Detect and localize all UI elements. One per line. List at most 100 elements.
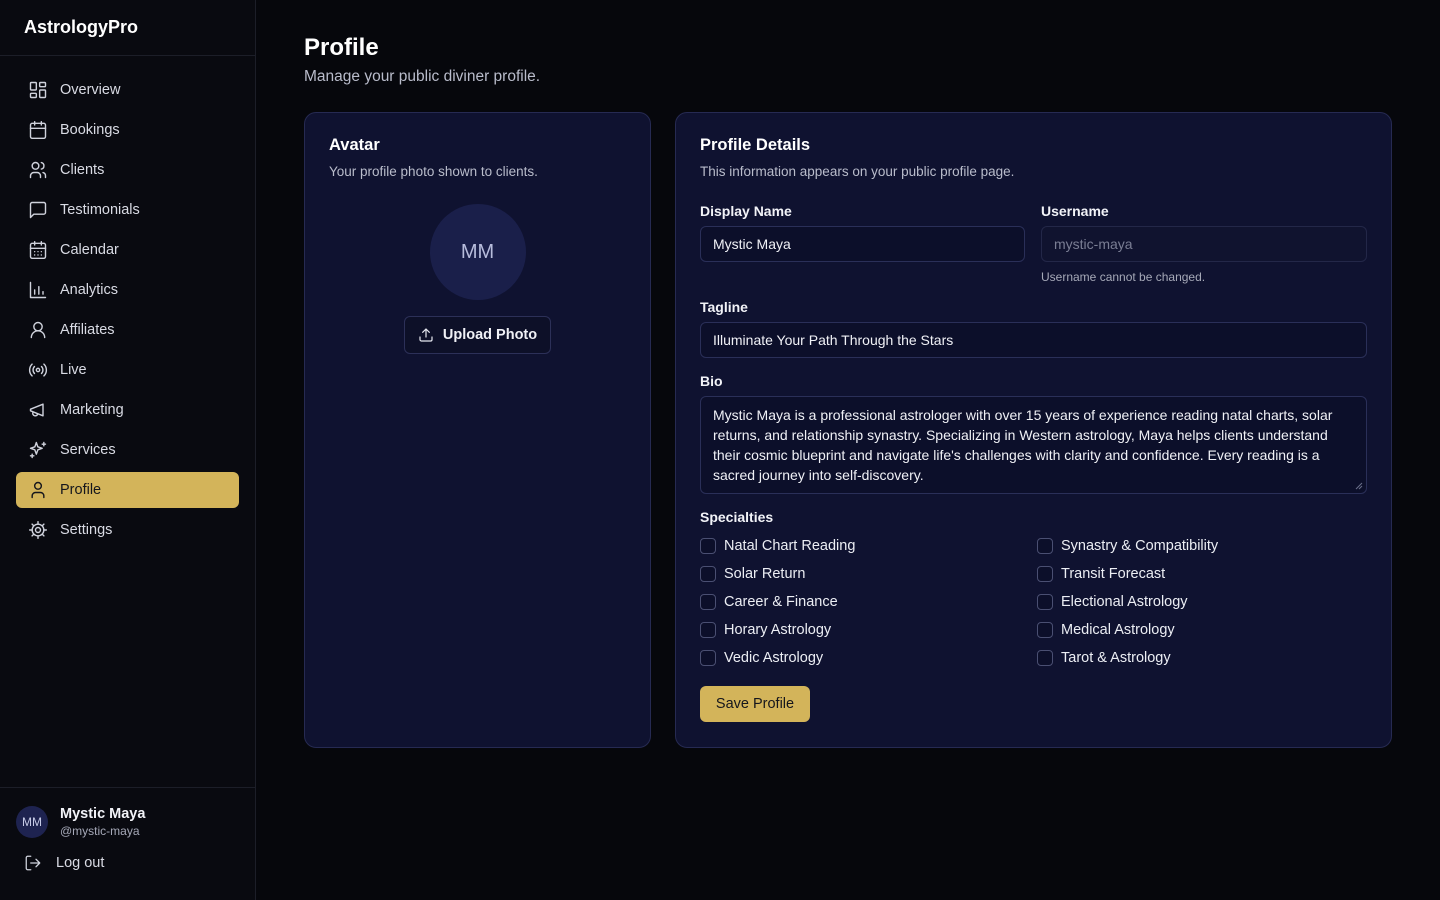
sidebar-item-services[interactable]: Services <box>16 432 239 468</box>
username-hint: Username cannot be changed. <box>1041 270 1206 284</box>
save-profile-button[interactable]: Save Profile <box>700 686 810 722</box>
tagline-group: Tagline Illuminate Your Path Through the… <box>700 299 1367 358</box>
avatar-card-title: Avatar <box>329 136 380 154</box>
specialty-synastry[interactable]: Synastry & Compatibility <box>1037 536 1337 556</box>
user-round-icon <box>28 320 48 340</box>
resize-handle-icon[interactable] <box>1355 482 1363 490</box>
specialty-label: Career & Finance <box>724 594 838 610</box>
user-name: Mystic Maya <box>60 806 146 822</box>
avatar-card-description: Your profile photo shown to clients. <box>329 164 538 179</box>
calendar-icon <box>28 120 48 140</box>
sidebar-item-label: Profile <box>60 482 102 498</box>
logout-button[interactable]: Log out <box>0 838 255 872</box>
specialty-solar-return[interactable]: Solar Return <box>700 564 1037 584</box>
specialty-natal-chart[interactable]: Natal Chart Reading <box>700 536 1037 556</box>
specialty-label: Transit Forecast <box>1061 566 1166 582</box>
specialty-vedic[interactable]: Vedic Astrology <box>700 648 1037 668</box>
sidebar-item-label: Bookings <box>60 122 120 138</box>
specialty-label: Solar Return <box>724 566 806 582</box>
sidebar-item-overview[interactable]: Overview <box>16 72 239 108</box>
checkbox[interactable] <box>700 594 716 610</box>
tagline-input[interactable]: Illuminate Your Path Through the Stars <box>700 322 1367 358</box>
megaphone-icon <box>28 400 48 420</box>
details-card-title: Profile Details <box>700 136 811 154</box>
sidebar-item-calendar[interactable]: Calendar <box>16 232 239 268</box>
sidebar-item-label: Clients <box>60 162 105 178</box>
checkbox[interactable] <box>700 622 716 638</box>
username-label: Username <box>1041 203 1109 219</box>
sidebar-item-label: Overview <box>60 82 121 98</box>
checkbox[interactable] <box>700 650 716 666</box>
name-row: Display Name Mystic Maya Username mystic… <box>700 203 1367 284</box>
checkbox[interactable] <box>700 566 716 582</box>
specialty-label: Tarot & Astrology <box>1061 650 1171 666</box>
bio-label: Bio <box>700 373 723 389</box>
specialty-label: Horary Astrology <box>724 622 832 638</box>
display-name-group: Display Name Mystic Maya <box>700 203 1025 284</box>
page-title: Profile <box>304 34 379 61</box>
specialties-label: Specialties <box>700 509 774 525</box>
specialty-transit-forecast[interactable]: Transit Forecast <box>1037 564 1337 584</box>
specialty-horary[interactable]: Horary Astrology <box>700 620 1037 640</box>
sidebar-item-testimonials[interactable]: Testimonials <box>16 192 239 228</box>
avatar-card: Avatar Your profile photo shown to clien… <box>304 112 651 748</box>
specialty-label: Synastry & Compatibility <box>1061 538 1219 554</box>
user-profile-summary[interactable]: MM Mystic Maya @mystic-maya <box>0 788 255 838</box>
sidebar: AstrologyPro Overview Bookings Clients T… <box>0 0 256 900</box>
specialty-label: Medical Astrology <box>1061 622 1175 638</box>
upload-photo-button[interactable]: Upload Photo <box>404 316 551 354</box>
display-name-label: Display Name <box>700 203 792 219</box>
upload-icon <box>419 328 433 342</box>
sidebar-item-profile[interactable]: Profile <box>16 472 239 508</box>
specialty-label: Natal Chart Reading <box>724 538 856 554</box>
username-group: Username mystic-maya Username cannot be … <box>1041 203 1367 284</box>
checkbox[interactable] <box>1037 622 1053 638</box>
user-handle: @mystic-maya <box>60 824 140 838</box>
bio-group: Bio Mystic Maya is a professional astrol… <box>700 373 1367 494</box>
checkbox[interactable] <box>1037 594 1053 610</box>
brand-logo[interactable]: AstrologyPro <box>0 0 255 56</box>
sidebar-item-label: Calendar <box>60 242 119 258</box>
specialties-list: Natal Chart Reading Synastry & Compatibi… <box>700 536 1367 668</box>
checkbox[interactable] <box>700 538 716 554</box>
checkbox[interactable] <box>1037 538 1053 554</box>
sidebar-item-label: Services <box>60 442 116 458</box>
logout-label: Log out <box>56 855 105 871</box>
specialty-label: Electional Astrology <box>1061 594 1188 610</box>
sidebar-item-analytics[interactable]: Analytics <box>16 272 239 308</box>
specialty-electional[interactable]: Electional Astrology <box>1037 592 1337 612</box>
sidebar-item-bookings[interactable]: Bookings <box>16 112 239 148</box>
checkbox[interactable] <box>1037 566 1053 582</box>
display-name-input[interactable]: Mystic Maya <box>700 226 1025 262</box>
profile-details-card: Profile Details This information appears… <box>675 112 1392 748</box>
sidebar-item-label: Settings <box>60 522 113 538</box>
main-content: Profile Manage your public diviner profi… <box>304 34 1392 748</box>
tagline-label: Tagline <box>700 299 748 315</box>
checkbox[interactable] <box>1037 650 1053 666</box>
settings-icon <box>28 520 48 540</box>
sidebar-item-label: Marketing <box>60 402 124 418</box>
upload-photo-label: Upload Photo <box>442 327 538 343</box>
radio-icon <box>28 360 48 380</box>
specialty-label: Vedic Astrology <box>724 650 824 666</box>
sidebar-footer: MM Mystic Maya @mystic-maya Log out <box>0 787 255 900</box>
sidebar-item-clients[interactable]: Clients <box>16 152 239 188</box>
page-subtitle: Manage your public diviner profile. <box>304 68 541 85</box>
specialty-medical[interactable]: Medical Astrology <box>1037 620 1337 640</box>
log-out-icon <box>25 855 41 871</box>
sidebar-item-live[interactable]: Live <box>16 352 239 388</box>
sidebar-item-label: Testimonials <box>60 202 140 218</box>
details-card-description: This information appears on your public … <box>700 164 1015 179</box>
sidebar-item-label: Live <box>60 362 87 378</box>
bio-text: Mystic Maya is a professional astrologer… <box>713 407 1333 483</box>
sidebar-item-label: Analytics <box>60 282 119 298</box>
bar-chart-icon <box>28 280 48 300</box>
sidebar-item-marketing[interactable]: Marketing <box>16 392 239 428</box>
sidebar-item-affiliates[interactable]: Affiliates <box>16 312 239 348</box>
specialty-tarot[interactable]: Tarot & Astrology <box>1037 648 1337 668</box>
specialty-career-finance[interactable]: Career & Finance <box>700 592 1037 612</box>
sidebar-item-settings[interactable]: Settings <box>16 512 239 548</box>
grid-icon <box>28 80 48 100</box>
sidebar-nav: Overview Bookings Clients Testimonials C… <box>0 56 255 548</box>
bio-textarea[interactable]: Mystic Maya is a professional astrologer… <box>700 396 1367 494</box>
